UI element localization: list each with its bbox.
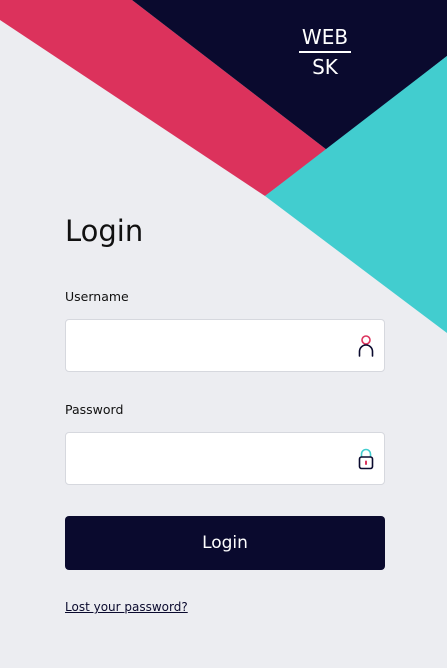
lock-icon bbox=[358, 448, 374, 470]
username-input[interactable] bbox=[66, 320, 348, 371]
lost-password-link[interactable]: Lost your password? bbox=[65, 600, 188, 614]
password-input[interactable] bbox=[66, 433, 348, 484]
password-label: Password bbox=[65, 402, 124, 417]
password-field[interactable] bbox=[65, 432, 385, 485]
username-field[interactable] bbox=[65, 319, 385, 372]
user-icon bbox=[358, 335, 374, 357]
login-button[interactable]: Login bbox=[65, 516, 385, 570]
page-title: Login bbox=[65, 214, 144, 248]
logo-line1: WEB bbox=[299, 26, 351, 53]
logo: WEB SK bbox=[299, 26, 351, 78]
username-label: Username bbox=[65, 289, 129, 304]
logo-line2: SK bbox=[312, 55, 338, 79]
